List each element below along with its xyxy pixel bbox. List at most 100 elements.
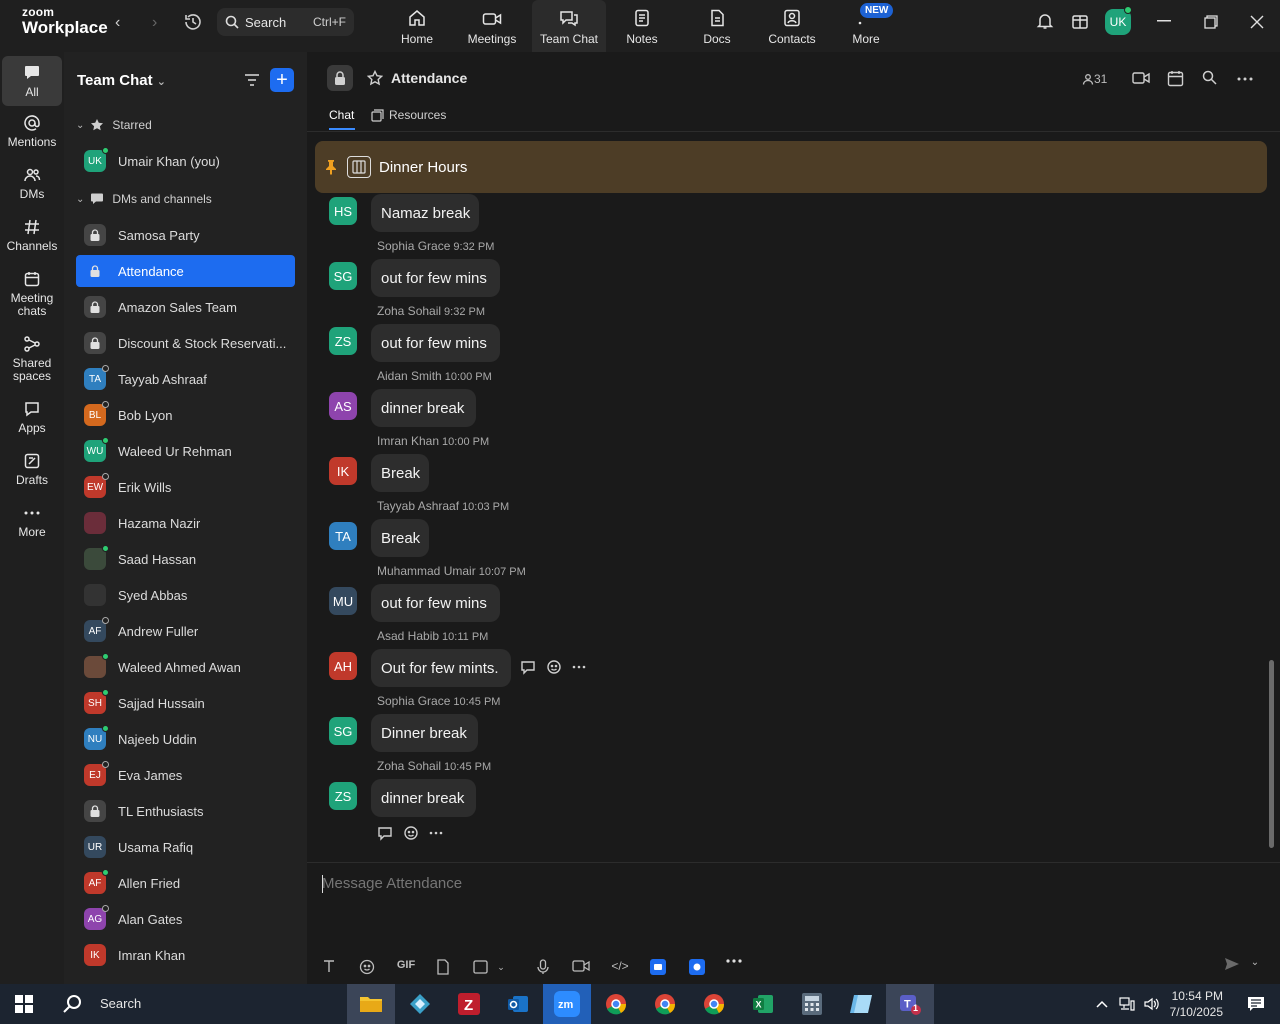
calculator-icon[interactable] — [788, 984, 836, 1024]
message-avatar[interactable]: SG — [329, 717, 357, 745]
rail-item-apps[interactable]: Apps — [2, 400, 62, 435]
sender-name[interactable]: Asad Habib — [377, 629, 439, 643]
windows-start-icon[interactable] — [0, 984, 48, 1024]
tab-home[interactable]: Home — [380, 0, 454, 52]
dm-item[interactable]: AF Andrew Fuller — [76, 615, 295, 647]
system-clock[interactable]: 10:54 PM 7/10/2025 — [1163, 988, 1223, 1020]
message-bubble[interactable]: Dinner break — [371, 714, 478, 752]
sender-name[interactable]: Zoha Sohail — [377, 304, 441, 318]
dm-item[interactable]: UK Umair Khan (you) — [76, 145, 295, 177]
message-avatar[interactable]: AS — [329, 392, 357, 420]
dm-item[interactable]: AF Allen Fried — [76, 867, 295, 899]
message-avatar[interactable]: IK — [329, 457, 357, 485]
taskbar-search-icon[interactable] — [48, 984, 96, 1024]
member-count[interactable]: 31 — [1082, 72, 1107, 86]
chrome-profile-2-icon[interactable] — [690, 984, 738, 1024]
reply-icon[interactable] — [377, 825, 393, 841]
dm-item[interactable]: SH Sajjad Hussain — [76, 687, 295, 719]
message-avatar[interactable]: TA — [329, 522, 357, 550]
filter-icon[interactable] — [244, 72, 260, 88]
close-icon[interactable] — [1250, 15, 1264, 29]
message-bubble[interactable]: out for few mins — [371, 324, 500, 362]
message-bubble[interactable]: dinner break — [371, 779, 476, 817]
taskbar-search-label[interactable]: Search — [100, 996, 141, 1011]
emoji-react-icon[interactable] — [546, 659, 562, 675]
sender-name[interactable]: Sophia Grace — [377, 694, 450, 708]
calendar-gift-icon[interactable] — [1071, 12, 1089, 30]
dm-item[interactable]: NU Najeeb Uddin — [76, 723, 295, 755]
tab-notes[interactable]: Notes — [605, 0, 679, 52]
outlook-icon[interactable] — [494, 984, 542, 1024]
sender-name[interactable]: Aidan Smith — [377, 369, 442, 383]
more-icon[interactable] — [725, 959, 743, 963]
channel-item[interactable]: Attendance — [76, 255, 295, 287]
message-bubble[interactable]: Break — [371, 519, 429, 557]
message-input[interactable] — [322, 875, 922, 892]
dm-item[interactable]: UR Usama Rafiq — [76, 831, 295, 863]
message-avatar[interactable]: MU — [329, 587, 357, 615]
tab-chat[interactable]: Chat — [329, 108, 354, 122]
dm-item[interactable]: TA Tayyab Ashraaf — [76, 363, 295, 395]
search-icon[interactable] — [1202, 70, 1217, 85]
file-icon[interactable] — [435, 959, 451, 975]
chrome-profile-icon[interactable] — [641, 984, 689, 1024]
dm-item[interactable]: EW Erik Wills — [76, 471, 295, 503]
notification-center-icon[interactable] — [1232, 984, 1280, 1024]
volume-icon[interactable] — [1140, 984, 1164, 1024]
dm-item[interactable]: WU Waleed Ur Rehman — [76, 435, 295, 467]
dm-item[interactable]: Saad Hassan — [76, 543, 295, 575]
tab-docs[interactable]: Docs — [680, 0, 754, 52]
dm-item[interactable]: BL Bob Lyon — [76, 399, 295, 431]
message-avatar[interactable]: ZS — [329, 782, 357, 810]
calendar-icon[interactable] — [1167, 70, 1184, 87]
forward-arrow-icon[interactable]: › — [152, 14, 157, 32]
video-clip-icon[interactable] — [571, 959, 591, 973]
sender-name[interactable]: Tayyab Ashraaf — [377, 499, 459, 513]
rail-item-dms[interactable]: DMs — [2, 166, 62, 201]
tab-meetings[interactable]: Meetings — [455, 0, 529, 52]
dm-item[interactable]: EJ Eva James — [76, 759, 295, 791]
send-icon[interactable] — [1223, 957, 1241, 971]
dm-item[interactable]: Syed Abbas — [76, 579, 295, 611]
star-outline-icon[interactable] — [367, 70, 383, 86]
search-bar[interactable]: Search Ctrl+F — [217, 8, 354, 36]
message-avatar[interactable]: SG — [329, 262, 357, 290]
app-blue-paper-icon[interactable] — [837, 984, 885, 1024]
tab-team-chat[interactable]: Team Chat — [532, 0, 606, 52]
video-camera-icon[interactable] — [1132, 70, 1150, 86]
starred-section-header[interactable]: ⌄ Starred — [76, 118, 152, 132]
rail-item-drafts[interactable]: Drafts — [2, 452, 62, 487]
more-horizontal-icon[interactable] — [572, 665, 586, 669]
teams-icon[interactable]: T 1 — [886, 984, 934, 1024]
app-blue-2-icon[interactable] — [688, 959, 706, 975]
message-bubble[interactable]: Break — [371, 454, 429, 492]
rail-item-shared-spaces[interactable]: Shared spaces — [2, 335, 62, 383]
dm-item[interactable]: IK Imran Khan — [76, 939, 295, 971]
dm-item[interactable]: AG Alan Gates — [76, 903, 295, 935]
screenshot-icon[interactable]: ⌄ — [471, 959, 507, 975]
app-diamond-icon[interactable] — [396, 984, 444, 1024]
sender-name[interactable]: Muhammad Umair — [377, 564, 476, 578]
sender-name[interactable]: Imran Khan — [377, 434, 439, 448]
minimize-icon[interactable] — [1157, 20, 1171, 22]
rail-item-meeting-chats[interactable]: Meeting chats — [2, 270, 62, 318]
message-bubble[interactable]: out for few mins — [371, 259, 500, 297]
chrome-icon[interactable] — [592, 984, 640, 1024]
gif-icon[interactable]: GIF — [395, 959, 417, 971]
tab-contacts[interactable]: Contacts — [755, 0, 829, 52]
app-blue-1-icon[interactable] — [649, 959, 667, 975]
rail-item-channels[interactable]: Channels — [2, 218, 62, 253]
dm-item[interactable]: Hazama Nazir — [76, 507, 295, 539]
dm-item[interactable]: Waleed Ahmed Awan — [76, 651, 295, 683]
channel-item[interactable]: Discount & Stock Reservati... — [76, 327, 295, 359]
channel-item[interactable]: Amazon Sales Team — [76, 291, 295, 323]
rail-item-all[interactable]: All — [2, 56, 62, 106]
history-icon[interactable] — [183, 12, 203, 32]
microphone-icon[interactable] — [535, 959, 551, 975]
chevron-down-icon[interactable]: ⌄ — [1249, 957, 1261, 968]
zoom-taskbar-icon[interactable]: zm — [543, 984, 591, 1024]
restore-icon[interactable] — [1204, 15, 1218, 29]
message-avatar[interactable]: ZS — [329, 327, 357, 355]
tab-resources[interactable]: Resources — [371, 108, 446, 122]
scrollbar-thumb[interactable] — [1269, 660, 1274, 848]
